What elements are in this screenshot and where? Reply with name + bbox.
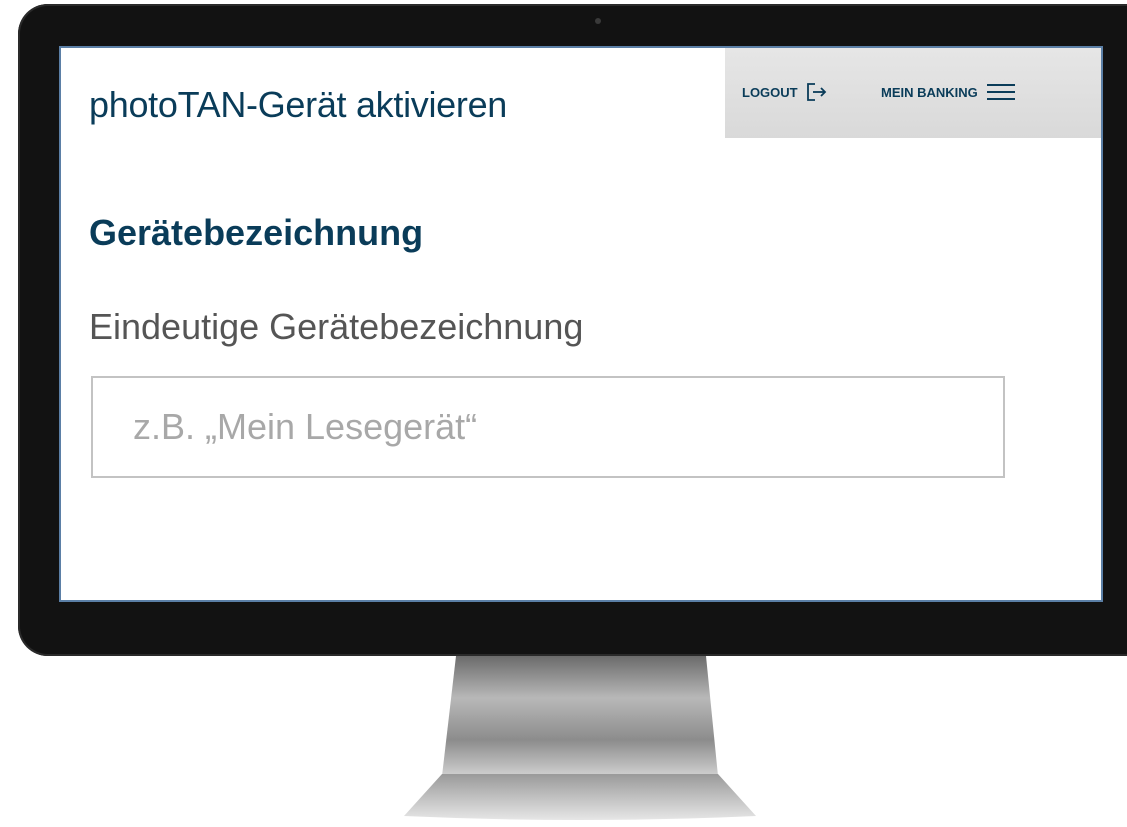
section-title: Gerätebezeichnung (89, 212, 424, 253)
camera-dot (595, 18, 601, 24)
hamburger-menu-icon (986, 82, 1016, 102)
mein-banking-button[interactable]: MEIN BANKING (881, 82, 1016, 102)
device-name-input[interactable] (91, 376, 1005, 478)
top-nav: LOGOUT MEIN BANKING (725, 48, 1101, 138)
monitor-stand (400, 656, 760, 822)
screen: photoTAN-Gerät aktivieren LOGOUT MEIN BA… (59, 46, 1103, 602)
logout-arrow-icon (806, 82, 828, 102)
logout-label: LOGOUT (742, 84, 798, 100)
device-name-label: Eindeutige Gerätebezeichnung (89, 306, 584, 347)
page-title: photoTAN-Gerät aktivieren (89, 84, 508, 125)
mein-banking-label: MEIN BANKING (881, 84, 978, 100)
logout-button[interactable]: LOGOUT (742, 82, 828, 102)
